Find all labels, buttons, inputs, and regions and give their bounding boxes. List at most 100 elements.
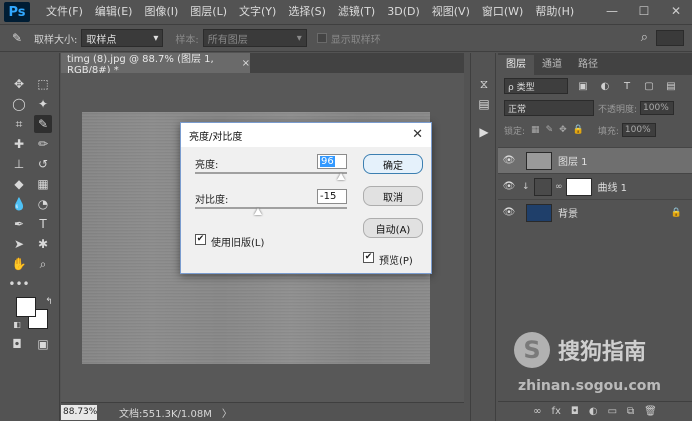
lasso-tool-icon[interactable]: ◯ bbox=[10, 95, 28, 113]
brush-tool-icon[interactable]: ✏ bbox=[34, 135, 52, 153]
menu-edit[interactable]: 编辑(E) bbox=[89, 0, 139, 24]
menu-filter[interactable]: 滤镜(T) bbox=[332, 0, 381, 24]
layer-thumbnail bbox=[526, 151, 552, 170]
show-ring-checkbox[interactable] bbox=[316, 33, 327, 43]
preview-checkbox[interactable]: ✔ bbox=[363, 252, 374, 263]
dialog-title-bar[interactable]: 亮度/对比度 bbox=[181, 123, 431, 147]
add-mask-icon[interactable]: ◘ bbox=[571, 406, 579, 417]
lock-transparent-icon[interactable]: ▦ bbox=[531, 125, 540, 135]
tab-layers[interactable]: 图层 bbox=[498, 55, 534, 75]
new-group-icon[interactable]: ▭ bbox=[608, 406, 617, 417]
new-adjustment-icon[interactable]: ◐ bbox=[589, 406, 598, 417]
magic-wand-icon[interactable]: ✦ bbox=[34, 95, 52, 113]
kind-filter-select[interactable]: ρ 类型 bbox=[504, 78, 568, 94]
menu-file[interactable]: 文件(F) bbox=[40, 0, 89, 24]
legacy-checkbox[interactable]: ✔ bbox=[195, 234, 206, 245]
eyedropper-tool-icon[interactable]: ✎ bbox=[34, 115, 52, 133]
menu-window[interactable]: 窗口(W) bbox=[476, 0, 529, 24]
zoom-tool-icon[interactable]: ⌕ bbox=[34, 255, 52, 273]
adjustment-filter-icon[interactable]: ◐ bbox=[598, 81, 612, 92]
sample-size-select[interactable]: 取样点 ▾ bbox=[81, 29, 164, 47]
eraser-tool-icon[interactable]: ◆ bbox=[10, 175, 28, 193]
layer-mask-thumbnail[interactable] bbox=[565, 177, 592, 196]
visibility-eye-icon[interactable]: 👁 bbox=[498, 181, 520, 192]
eyedropper-preset-icon[interactable]: ✎ bbox=[8, 29, 26, 47]
quick-mask-icon[interactable]: ◘ bbox=[8, 335, 26, 353]
hand-tool-icon[interactable]: ✋ bbox=[10, 255, 28, 273]
screen-mode-icon[interactable]: ▣ bbox=[34, 335, 52, 353]
menu-view[interactable]: 视图(V) bbox=[426, 0, 476, 24]
delete-layer-icon[interactable]: 🗑 bbox=[644, 406, 657, 417]
zoom-field[interactable]: 88.73% bbox=[61, 404, 97, 420]
marquee-tool-icon[interactable]: ⬚ bbox=[34, 75, 52, 93]
layer-row-layer1[interactable]: 👁 图层 1 bbox=[498, 147, 692, 173]
tab-channels[interactable]: 通道 bbox=[534, 55, 570, 75]
link-layers-icon[interactable]: ∞ bbox=[533, 406, 541, 417]
clone-stamp-icon[interactable]: ⊥ bbox=[10, 155, 28, 173]
foreground-color-swatch[interactable] bbox=[16, 297, 36, 317]
move-tool-icon[interactable]: ✥ bbox=[10, 75, 28, 93]
pen-tool-icon[interactable]: ✒ bbox=[10, 215, 28, 233]
contrast-slider-track[interactable] bbox=[195, 207, 347, 209]
cancel-button[interactable]: 取消 bbox=[363, 186, 423, 206]
document-tab[interactable]: timg (8).jpg @ 88.7% (图层 1, RGB/8#) * × bbox=[61, 53, 250, 76]
tab-paths[interactable]: 路径 bbox=[570, 55, 606, 75]
blur-tool-icon[interactable]: 💧 bbox=[10, 195, 28, 213]
minimize-button[interactable]: — bbox=[596, 0, 628, 22]
gradient-tool-icon[interactable]: ▦ bbox=[34, 175, 52, 193]
toolbox: ✥ ⬚ ◯ ✦ ⌗ ✎ ✚ ✏ ⊥ ↺ ◆ ▦ 💧 ◔ ✒ T ➤ ✱ ✋ ⌕ … bbox=[0, 53, 60, 421]
default-colors-icon[interactable]: ◧ bbox=[8, 315, 26, 333]
workspace-switcher-icon[interactable] bbox=[656, 30, 684, 46]
new-layer-icon[interactable]: ⧉ bbox=[627, 406, 634, 417]
type-tool-icon[interactable]: T bbox=[34, 215, 52, 233]
dodge-tool-icon[interactable]: ◔ bbox=[34, 195, 52, 213]
contrast-slider-thumb[interactable] bbox=[254, 208, 262, 215]
sample-select[interactable]: 所有图层 ▾ bbox=[202, 29, 307, 47]
close-tab-icon[interactable]: × bbox=[242, 58, 250, 69]
history-panel-icon[interactable]: ⧖ bbox=[475, 75, 493, 93]
actions-play-icon[interactable]: ▶ bbox=[475, 123, 493, 141]
close-button[interactable]: ✕ bbox=[660, 0, 692, 22]
menu-help[interactable]: 帮助(H) bbox=[529, 0, 580, 24]
blend-mode-select[interactable]: 正常 bbox=[504, 100, 594, 116]
brightness-input[interactable]: 96 bbox=[317, 154, 347, 169]
brightness-slider-thumb[interactable] bbox=[337, 173, 345, 180]
crop-tool-icon[interactable]: ⌗ bbox=[10, 115, 28, 133]
search-icon[interactable]: ⌕ bbox=[641, 30, 648, 45]
fill-field[interactable]: 100% bbox=[621, 123, 656, 137]
smart-object-filter-icon[interactable]: ▤ bbox=[664, 81, 678, 92]
healing-brush-icon[interactable]: ✚ bbox=[10, 135, 28, 153]
visibility-eye-icon[interactable]: 👁 bbox=[498, 207, 520, 218]
dialog-close-icon[interactable]: ✕ bbox=[412, 127, 423, 142]
brightness-contrast-dialog: 亮度/对比度 ✕ 亮度: 96 对比度: -15 ✔ 使用旧版(L) 确定 取消… bbox=[180, 122, 432, 274]
shape-filter-icon[interactable]: ▢ bbox=[642, 81, 656, 92]
opacity-field[interactable]: 100% bbox=[640, 101, 675, 115]
status-menu-icon[interactable]: 〉 bbox=[222, 405, 232, 420]
more-tools-icon[interactable]: ••• bbox=[8, 275, 29, 293]
pixel-filter-icon[interactable]: ▣ bbox=[576, 81, 590, 92]
visibility-eye-icon[interactable]: 👁 bbox=[498, 155, 520, 166]
menu-layer[interactable]: 图层(L) bbox=[184, 0, 233, 24]
lock-image-icon[interactable]: ✎ bbox=[546, 125, 554, 135]
lock-all-icon[interactable]: 🔒 bbox=[573, 125, 584, 135]
layer-row-curves1[interactable]: 👁 ↓ ∞ 曲线 1 bbox=[498, 173, 692, 199]
history-brush-icon[interactable]: ↺ bbox=[34, 155, 52, 173]
menu-image[interactable]: 图像(I) bbox=[138, 0, 184, 24]
properties-panel-icon[interactable]: ▤ bbox=[475, 95, 493, 113]
link-chain-icon[interactable]: ∞ bbox=[555, 182, 563, 192]
ok-button[interactable]: 确定 bbox=[363, 154, 423, 174]
auto-button[interactable]: 自动(A) bbox=[363, 218, 423, 238]
menu-type[interactable]: 文字(Y) bbox=[233, 0, 282, 24]
type-filter-icon[interactable]: T bbox=[620, 81, 634, 92]
custom-shape-icon[interactable]: ✱ bbox=[34, 235, 52, 253]
layer-row-background[interactable]: 👁 背景 🔒 bbox=[498, 199, 692, 225]
maximize-button[interactable]: ☐ bbox=[628, 0, 660, 22]
path-selection-icon[interactable]: ➤ bbox=[10, 235, 28, 253]
sample-value: 所有图层 bbox=[207, 34, 248, 46]
lock-position-icon[interactable]: ✥ bbox=[559, 125, 567, 135]
menu-select[interactable]: 选择(S) bbox=[282, 0, 332, 24]
layer-style-icon[interactable]: fx bbox=[551, 406, 560, 417]
menu-3d[interactable]: 3D(D) bbox=[381, 0, 426, 24]
brightness-slider-track[interactable] bbox=[195, 172, 347, 174]
contrast-input[interactable]: -15 bbox=[317, 189, 347, 204]
